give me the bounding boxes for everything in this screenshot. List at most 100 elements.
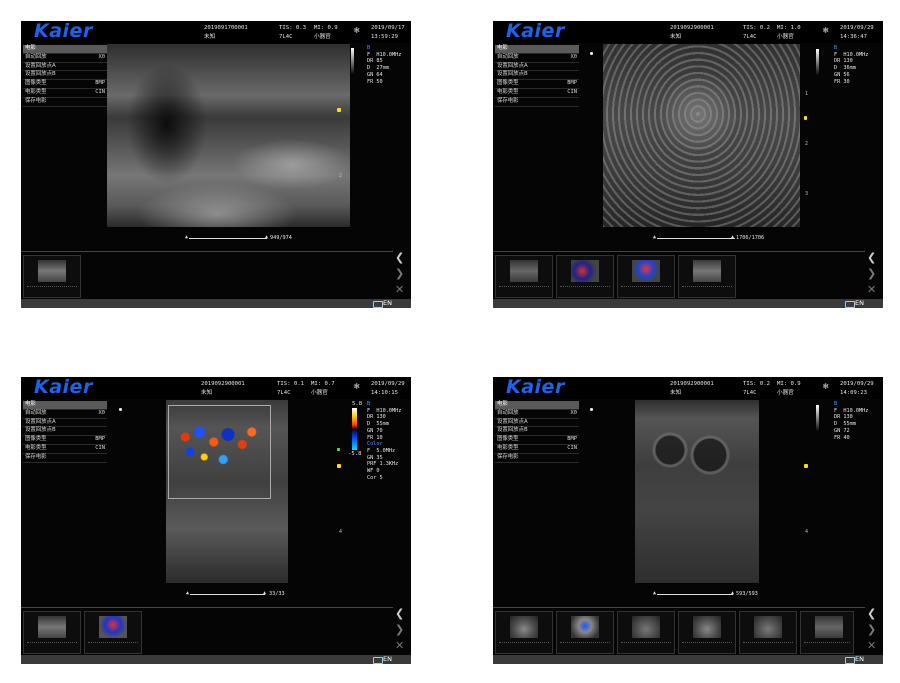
divider xyxy=(21,251,393,252)
prev-page-icon[interactable]: ❮ xyxy=(867,252,876,263)
next-page-icon[interactable]: ❯ xyxy=(867,624,876,635)
cine-start-marker[interactable]: ▲ xyxy=(185,235,188,240)
menu-item-set-point-b[interactable]: 设置回放点B xyxy=(23,71,107,81)
divider xyxy=(493,607,865,608)
keyboard-icon[interactable] xyxy=(845,657,855,664)
cine-end-marker[interactable]: ▲ xyxy=(263,591,266,596)
menu-item-save-cine[interactable]: 保存电影 xyxy=(495,454,579,463)
thumbnail-controls xyxy=(88,642,138,648)
menu-item-save-cine[interactable]: 保存电影 xyxy=(23,98,107,107)
cine-thumbnail[interactable] xyxy=(23,255,81,298)
menu-item-auto-replay[interactable]: 自动回放 X0 xyxy=(23,54,107,63)
cine-start-marker[interactable]: ▲ xyxy=(653,235,656,240)
cine-thumbnail[interactable] xyxy=(678,611,736,654)
header-bar: Kaier 2019092900001 未知 TIS: 0.2 7L4C MI:… xyxy=(493,21,883,43)
depth-mark: 3 xyxy=(805,191,809,197)
freeze-icon[interactable]: ❄ xyxy=(823,383,828,392)
cine-thumbnail[interactable] xyxy=(739,611,797,654)
menu-item-cine-type[interactable]: 电影类型 CIN xyxy=(495,89,579,98)
focus-marker[interactable] xyxy=(337,464,341,468)
cine-thumbnail[interactable] xyxy=(617,255,675,298)
cine-thumbnail[interactable] xyxy=(556,255,614,298)
menu-item-cine[interactable]: 电影 xyxy=(23,45,107,54)
param-row: FR 40 xyxy=(834,434,850,441)
keyboard-icon[interactable] xyxy=(845,301,855,308)
focus-marker[interactable] xyxy=(804,464,808,468)
cine-progress-bar[interactable] xyxy=(657,594,733,595)
freeze-icon[interactable]: ❄ xyxy=(823,27,828,36)
cine-thumbnail[interactable] xyxy=(678,255,736,298)
cine-thumbnail[interactable] xyxy=(84,611,142,654)
next-page-icon[interactable]: ❯ xyxy=(395,624,404,635)
menu-item-set-point-b[interactable]: 设置回放点B xyxy=(495,71,579,81)
tis-readout: TIS: 0.1 xyxy=(277,381,304,387)
menu-item-cine-type[interactable]: 电影类型 CIN xyxy=(23,89,107,98)
freeze-icon[interactable]: ❄ xyxy=(354,27,359,36)
menu-item-image-type[interactable]: 图像类型 BMP xyxy=(495,436,579,445)
param-mode: B xyxy=(834,401,838,407)
thumbnail-image xyxy=(510,616,538,638)
menu-item-auto-replay[interactable]: 自动回放 X0 xyxy=(495,410,579,419)
cine-start-marker[interactable]: ▲ xyxy=(186,591,189,596)
menu-item-image-type[interactable]: 图像类型 BMP xyxy=(495,80,579,89)
prev-page-icon[interactable]: ❮ xyxy=(867,608,876,619)
menu-item-cine-type[interactable]: 电影类型 CIN xyxy=(495,445,579,454)
cine-menu: 电影 自动回放 X0 设置回放点A 设置回放点B 图像类型 BMP 电影类型 CIN … xyxy=(23,401,107,463)
cine-end-marker[interactable]: ▲ xyxy=(731,591,734,596)
menu-item-image-type[interactable]: 图像类型 BMP xyxy=(23,80,107,89)
menu-item-cine[interactable]: 电影 xyxy=(495,401,579,410)
cine-progress-bar[interactable] xyxy=(657,238,735,239)
next-page-icon[interactable]: ❯ xyxy=(395,268,404,279)
cine-thumbnail[interactable] xyxy=(495,255,553,298)
imaging-params: B F H10.0MHz DR 85 D 27mm GN 64 FR 50 xyxy=(367,45,401,85)
freeze-icon[interactable]: ❄ xyxy=(354,383,359,392)
close-icon[interactable]: ✕ xyxy=(867,640,876,651)
menu-item-auto-replay[interactable]: 自动回放 X0 xyxy=(23,410,107,419)
input-language[interactable]: EN xyxy=(383,300,392,307)
menu-item-auto-replay[interactable]: 自动回放 X0 xyxy=(495,54,579,63)
cine-thumbnail[interactable] xyxy=(495,611,553,654)
input-language[interactable]: EN xyxy=(855,300,864,307)
color-scale-min: -5.8 xyxy=(348,451,362,457)
menu-item-cine[interactable]: 电影 xyxy=(23,401,107,410)
tis-readout: TIS: 0.2 xyxy=(743,381,770,387)
thumbnail-image xyxy=(38,616,66,638)
cine-thumbnail[interactable] xyxy=(617,611,675,654)
input-language[interactable]: EN xyxy=(383,656,392,663)
keyboard-icon[interactable] xyxy=(373,657,383,664)
color-roi-box[interactable] xyxy=(168,405,271,499)
param-color-mode: Color xyxy=(367,441,383,448)
cine-end-marker[interactable]: ▲ xyxy=(265,235,268,240)
menu-item-set-point-b[interactable]: 设置回放点B xyxy=(495,427,579,437)
cine-thumbnail[interactable] xyxy=(23,611,81,654)
mi-readout: MI: 0.9 xyxy=(777,381,801,387)
cine-thumbnail[interactable] xyxy=(556,611,614,654)
param-row: PRF 1.3KHz xyxy=(367,461,399,468)
cine-end-marker[interactable]: ▲ xyxy=(731,235,734,240)
menu-item-save-cine[interactable]: 保存电影 xyxy=(495,98,579,107)
close-icon[interactable]: ✕ xyxy=(867,284,876,295)
status-bar xyxy=(493,655,883,664)
cine-start-marker[interactable]: ▲ xyxy=(653,591,656,596)
menu-item-cine[interactable]: 电影 xyxy=(495,45,579,54)
menu-item-image-type[interactable]: 图像类型 BMP xyxy=(23,436,107,445)
next-page-icon[interactable]: ❯ xyxy=(867,268,876,279)
menu-item-save-cine[interactable]: 保存电影 xyxy=(23,454,107,463)
prev-page-icon[interactable]: ❮ xyxy=(395,252,404,263)
cine-thumbnail[interactable] xyxy=(800,611,854,654)
input-language[interactable]: EN xyxy=(855,656,864,663)
cine-progress-bar[interactable] xyxy=(189,238,267,239)
close-icon[interactable]: ✕ xyxy=(395,640,404,651)
thumbnail-controls xyxy=(560,642,610,648)
preset-label: 小器官 xyxy=(777,390,794,396)
cine-progress-bar[interactable] xyxy=(190,594,265,595)
depth-mark: 2 xyxy=(339,173,343,179)
focus-marker[interactable] xyxy=(804,116,807,120)
menu-item-cine-type[interactable]: 电影类型 CIN xyxy=(23,445,107,454)
focus-marker[interactable] xyxy=(337,108,341,112)
close-icon[interactable]: ✕ xyxy=(395,284,404,295)
menu-item-set-point-b[interactable]: 设置回放点B xyxy=(23,427,107,437)
keyboard-icon[interactable] xyxy=(373,301,383,308)
mi-readout: MI: 1.0 xyxy=(777,25,801,31)
prev-page-icon[interactable]: ❮ xyxy=(395,608,404,619)
